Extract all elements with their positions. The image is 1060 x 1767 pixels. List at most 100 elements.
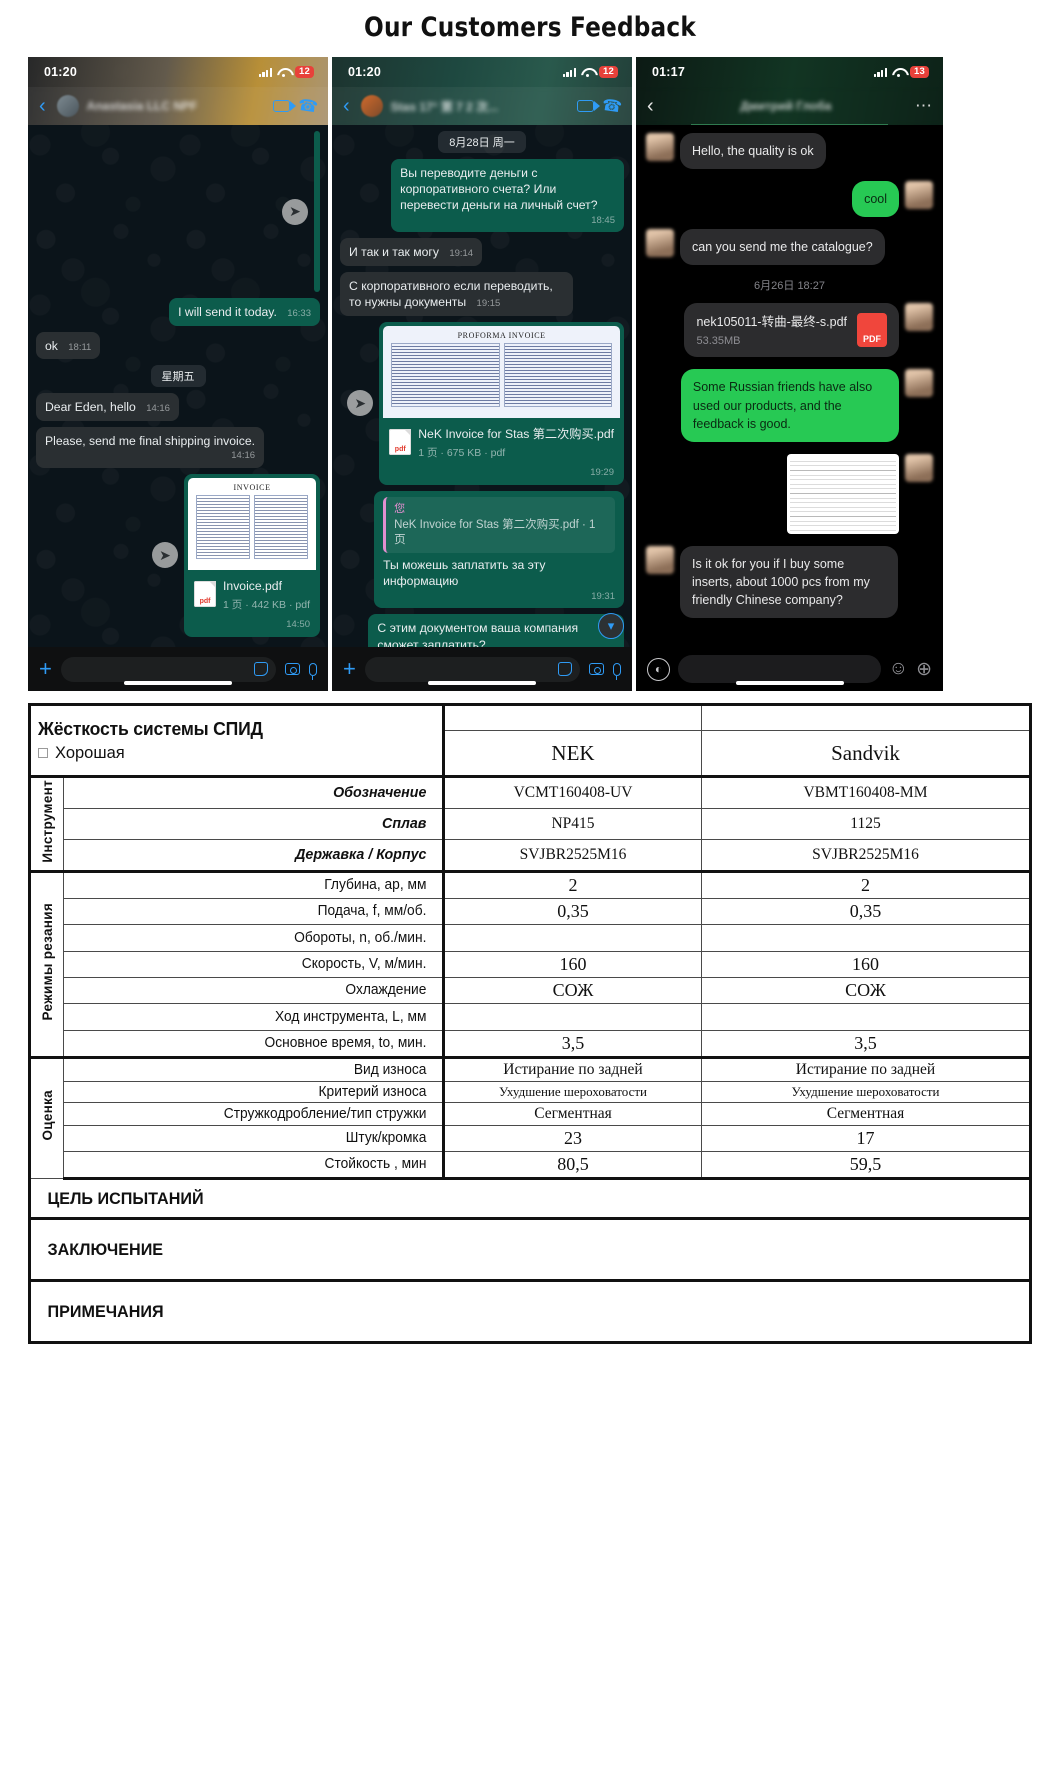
home-indicator (428, 681, 536, 685)
sticker-icon[interactable] (254, 662, 268, 676)
message-row[interactable]: can you send me the catalogue? (646, 229, 933, 266)
contact-name[interactable]: Stas 17° 第 7 2 次... (391, 98, 569, 115)
table-header-row: Жёсткость системы СПИД Хорошая (29, 704, 1031, 777)
back-icon[interactable]: ‹ (644, 96, 657, 116)
back-icon[interactable]: ‹ (340, 96, 353, 116)
message-row[interactable]: С корпоративного если переводить, то нуж… (340, 271, 624, 316)
contact-name[interactable]: Дмитрий Глоба (665, 99, 907, 113)
camera-icon[interactable] (589, 663, 604, 675)
message-quoted[interactable]: 您 NeK Invoice for Stas 第二次购买.pdf · 1 页 Т… (340, 490, 624, 609)
row-value-nek: VCMT160408-UV (443, 775, 702, 809)
document-bubble[interactable]: nek105011-转曲-最终-s.pdf 53.35MB PDF (684, 303, 899, 358)
video-call-icon[interactable] (273, 100, 297, 112)
microphone-icon[interactable] (613, 662, 621, 680)
message-row[interactable]: Вы переводите деньги с корпоративного сч… (340, 159, 624, 233)
message-row[interactable]: Hello, the quality is ok (646, 133, 933, 170)
photo-bubble[interactable]: 北美-北京 50% 不下3个月 4包装 - 7日2包 12.3kg 16:32 (314, 131, 320, 292)
message-time: 14:16 (231, 450, 256, 462)
avatar[interactable] (905, 181, 933, 210)
message-input[interactable] (60, 656, 276, 682)
message-bubble[interactable]: can you send me the catalogue? (680, 229, 885, 266)
message-bubble[interactable]: 您 NeK Invoice for Stas 第二次购买.pdf · 1 页 Т… (374, 490, 624, 609)
document-row[interactable]: NeK Invoice for Stas 第二次购买.pdf 1 页 · 675… (383, 418, 620, 466)
message-row[interactable]: Dear Eden, hello 14:16 (36, 393, 320, 421)
avatar[interactable] (646, 229, 674, 258)
checkbox-icon[interactable] (38, 748, 48, 758)
status-bar-2: 01:20 12 (332, 57, 632, 87)
preview-grid (391, 342, 612, 407)
message-bubble[interactable]: Please, send me final shipping invoice. … (36, 426, 265, 468)
plus-circle-icon[interactable]: ⊕ (916, 658, 932, 681)
microphone-icon[interactable] (309, 662, 317, 680)
back-icon[interactable]: ‹ (36, 96, 49, 116)
document-name: NeK Invoice for Stas 第二次购买.pdf (418, 426, 614, 441)
chevron-down-circle-icon[interactable]: ▾ (598, 613, 624, 639)
message-row[interactable]: cool (646, 181, 933, 218)
document-bubble[interactable]: PROFORMA INVOICE NeK Invoice for Stas 第二… (379, 321, 624, 485)
message-bubble[interactable]: I will send it today. 16:33 (169, 298, 320, 326)
message-input[interactable] (364, 656, 580, 682)
emoji-icon[interactable]: ☺ (889, 658, 908, 680)
phone-screenshot-3: 01:17 13 ‹ Дмитрий Глоба ⋯ Hello, the qu… (636, 57, 943, 691)
message-bubble[interactable]: Some Russian friends have also used our … (680, 369, 899, 442)
signal-icon (258, 67, 273, 77)
video-call-icon[interactable] (577, 100, 601, 112)
audio-wave-icon[interactable]: ◐ (647, 657, 670, 681)
message-row[interactable]: Is it ok for you if I buy some inserts, … (646, 545, 933, 619)
message-row[interactable]: ok 18:11 (36, 331, 320, 360)
message-bubble[interactable]: Вы переводите деньги с корпоративного сч… (391, 159, 624, 233)
message-bubble[interactable]: Dear Eden, hello 14:16 (36, 393, 179, 421)
phone-call-icon[interactable]: ☎ (297, 95, 320, 118)
message-row[interactable]: I will send it today. 16:33 (36, 298, 320, 326)
message-bubble[interactable]: И так и так могу 19:14 (340, 238, 483, 266)
message-bubble[interactable]: cool (852, 181, 899, 218)
message-document[interactable]: ➤ INVOICE Invoice.pdf 1 页 · 442 KB · (36, 473, 320, 637)
status-indicators: 12 (562, 66, 618, 78)
row-value-nek (443, 923, 702, 952)
message-list-1[interactable]: ➤ 北美-北京 50% 不下3个月 4包装 - 7日2包 12.3kg 16:3… (28, 125, 328, 647)
message-list-3[interactable]: Hello, the quality is ok cool can you se… (636, 125, 943, 647)
message-bubble[interactable]: Hello, the quality is ok (680, 133, 826, 170)
phone-screenshot-1: 01:20 12 ‹ Anastasia LLC NPF ☎ ➤ 北美-北京 5… (28, 57, 328, 691)
quote-block[interactable]: 您 NeK Invoice for Stas 第二次购买.pdf · 1 页 (383, 496, 615, 554)
plus-icon[interactable]: + (343, 658, 356, 680)
message-document[interactable]: ➤ PROFORMA INVOICE NeK Invoice for Stas … (340, 321, 624, 485)
message-photo[interactable]: ➤ 北美-北京 50% 不下3个月 4包装 - 7日2包 12.3kg 16:3… (36, 131, 320, 292)
avatar[interactable] (905, 453, 933, 482)
avatar[interactable] (905, 369, 933, 398)
plus-icon[interactable]: + (39, 658, 52, 680)
document-preview: INVOICE (188, 477, 316, 570)
avatar[interactable] (360, 95, 383, 117)
spec-sheet-thumbnail[interactable] (787, 453, 899, 534)
contact-name[interactable]: Anastasia LLC NPF (87, 99, 265, 113)
message-bubble[interactable]: С корпоративного если переводить, то нуж… (340, 271, 573, 316)
message-list-2[interactable]: 8月28日 周一 Вы переводите деньги с корпорат… (332, 125, 632, 647)
camera-icon[interactable] (285, 663, 300, 675)
forward-icon[interactable]: ➤ (347, 390, 374, 417)
message-image[interactable] (646, 453, 933, 534)
message-input[interactable] (678, 655, 881, 683)
document-bubble[interactable]: INVOICE Invoice.pdf 1 页 · 442 KB · pdf (184, 473, 320, 637)
day-divider: 星期五 (36, 365, 320, 388)
avatar[interactable] (646, 133, 674, 161)
forward-icon[interactable]: ➤ (282, 198, 308, 225)
sticker-icon[interactable] (558, 662, 572, 676)
rigidity-option: Хорошая (38, 744, 435, 763)
message-row[interactable]: Please, send me final shipping invoice. … (36, 426, 320, 468)
preview-column (391, 342, 500, 407)
avatar[interactable] (646, 545, 674, 574)
forward-icon[interactable]: ➤ (152, 542, 179, 569)
message-bubble[interactable]: Is it ok for you if I buy some inserts, … (680, 545, 899, 619)
message-bubble[interactable]: ok 18:11 (36, 331, 101, 360)
more-horizontal-icon[interactable]: ⋯ (915, 96, 933, 116)
message-row[interactable]: И так и так могу 19:14 (340, 238, 624, 266)
message-row[interactable]: Some Russian friends have also used our … (646, 369, 933, 442)
phone-call-icon[interactable]: ☎ (601, 95, 624, 118)
row-value-sandvik (701, 923, 1031, 952)
avatar[interactable] (56, 95, 79, 117)
message-row[interactable]: С этим документом ваша компания сможет з… (340, 614, 624, 647)
document-row[interactable]: Invoice.pdf 1 页 · 442 KB · pdf (188, 570, 316, 618)
avatar[interactable] (905, 303, 933, 332)
message-document[interactable]: nek105011-转曲-最终-s.pdf 53.35MB PDF (646, 303, 933, 358)
message-bubble[interactable]: С этим документом ваша компания сможет з… (368, 614, 624, 647)
